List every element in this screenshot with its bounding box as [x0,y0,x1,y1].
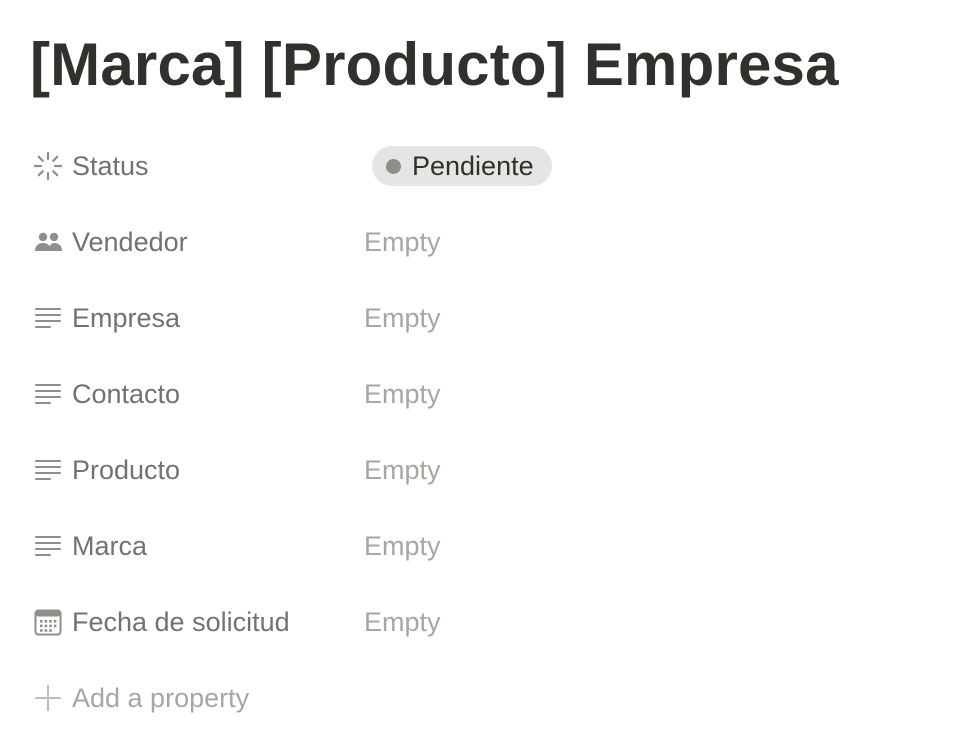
property-row-marca: Marca Empty [24,516,784,576]
property-value-producto[interactable]: Empty [364,448,744,492]
property-value-empresa[interactable]: Empty [364,296,744,340]
property-value-fecha-de-solicitud[interactable]: Empty [364,600,744,644]
property-name-producto[interactable]: Producto [32,448,188,492]
text-icon [32,302,64,334]
add-property-button[interactable]: Add a property [32,676,257,720]
page-title[interactable]: [Marca] [Producto] Empresa [30,28,839,102]
status-icon [32,150,64,182]
text-icon [32,530,64,562]
people-icon [32,226,64,258]
status-dot [386,158,401,174]
property-label: Fecha de solicitud [72,606,290,637]
property-name-fecha-de-solicitud[interactable]: Fecha de solicitud [32,600,298,644]
property-name-marca[interactable]: Marca [32,524,155,568]
property-value-vendedor[interactable]: Empty [364,220,744,264]
property-label: Producto [72,454,181,485]
property-label: Marca [72,530,148,561]
property-name-empresa[interactable]: Empresa [32,296,188,340]
calendar-icon [32,606,64,638]
property-row-producto: Producto Empty [24,440,784,500]
property-name-contacto[interactable]: Contacto [32,372,188,416]
property-row-contacto: Contacto Empty [24,364,784,424]
status-badge-label: Pendiente [412,150,534,181]
property-value-status[interactable]: Pendiente [372,144,752,188]
text-icon [32,454,64,486]
property-name-vendedor[interactable]: Vendedor [32,220,196,264]
property-row-empresa: Empresa Empty [24,288,784,348]
text-icon [32,378,64,410]
property-row-fecha-de-solicitud: Fecha de solicitud Empty [24,592,784,652]
property-value-contacto[interactable]: Empty [364,372,744,416]
property-label: Vendedor [72,226,188,257]
property-row-status: Status Pendiente [24,136,784,196]
status-badge[interactable]: Pendiente [372,146,552,186]
property-label: Contacto [72,378,181,409]
add-property-label: Add a property [72,682,250,713]
add-property-row: Add a property [24,668,784,728]
property-name-status[interactable]: Status [32,144,157,188]
property-label: Empresa [72,302,181,333]
property-label: Status [72,150,149,181]
plus-icon [32,682,64,714]
property-row-vendedor: Vendedor Empty [24,212,784,272]
property-value-marca[interactable]: Empty [364,524,744,568]
